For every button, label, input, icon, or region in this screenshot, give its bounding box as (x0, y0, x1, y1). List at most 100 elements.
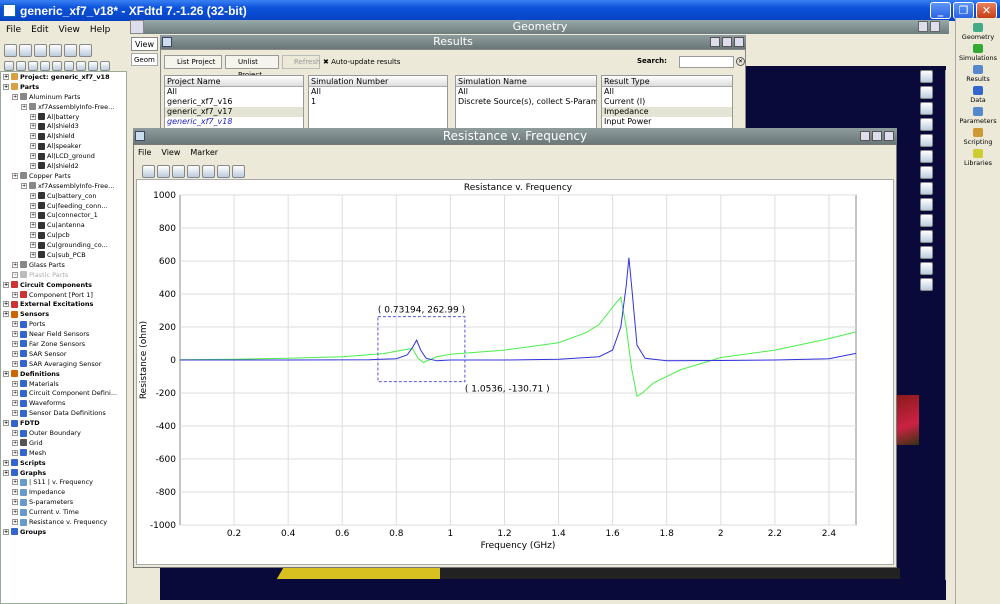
tree-item[interactable]: + Al|battery (1, 112, 126, 122)
resistance-chart[interactable]: Resistance v. Frequency 0.2 0.4 0.6 0.8 1 1.2 1… (136, 179, 894, 565)
view-tool-icon[interactable] (920, 198, 933, 211)
tree-item[interactable]: + Outer Boundary (1, 428, 126, 438)
save-as-icon[interactable] (49, 43, 62, 57)
tree-item[interactable]: + Circuit Component Defini... (1, 389, 126, 399)
column-item[interactable]: Impedance (602, 107, 732, 117)
tree-item[interactable]: + Waveforms (1, 398, 126, 408)
column-header[interactable]: Simulation Number (309, 76, 447, 87)
expand-toggle-icon[interactable]: + (12, 321, 18, 328)
view-tool-icon[interactable] (920, 102, 933, 115)
open-icon[interactable] (19, 43, 32, 57)
expand-toggle-icon[interactable]: + (12, 93, 18, 100)
menu-view[interactable]: View (59, 25, 80, 35)
geometry-maximize[interactable] (930, 21, 940, 32)
tree-item[interactable]: + Al|shield3 (1, 121, 126, 131)
redo-icon[interactable] (79, 43, 92, 57)
tree-item[interactable]: + Current v. Time (1, 507, 126, 517)
tree-item[interactable]: + xf7AssemblyInfo-Free... (1, 102, 126, 112)
menu-file[interactable]: File (6, 25, 21, 35)
view-tool-icon[interactable] (920, 262, 933, 275)
undo-icon[interactable] (64, 43, 77, 57)
tree-item[interactable]: + Resistance v. Frequency (1, 517, 126, 527)
unlist-project-button[interactable]: Unlist Project (225, 55, 279, 79)
expand-toggle-icon[interactable]: + (12, 430, 18, 436)
clear-search-icon[interactable]: ✕ (736, 57, 745, 66)
dock-data[interactable]: Data (956, 85, 1000, 106)
expand-toggle-icon[interactable]: + (12, 519, 18, 526)
dock-results[interactable]: Results (956, 64, 1000, 85)
plot-menu-marker[interactable]: Marker (190, 148, 218, 157)
column-item[interactable]: generic_xf7_v17 (165, 107, 303, 117)
viewport-scrollbar[interactable] (945, 70, 953, 580)
export-image-icon[interactable] (157, 164, 170, 178)
column-item[interactable]: Input Power (602, 117, 732, 127)
expand-toggle-icon[interactable]: + (3, 73, 9, 80)
tree-item[interactable]: + Cu|battery_con (1, 191, 126, 201)
plot-maximize[interactable] (872, 131, 882, 141)
refresh-button[interactable]: Refresh (282, 55, 320, 69)
expand-toggle-icon[interactable]: + (12, 340, 18, 347)
expand-toggle-icon[interactable]: + (30, 202, 36, 209)
project-name-column[interactable]: Project Name All generic_xf7_v16 generic_xf… (164, 75, 304, 131)
view-tool-icon[interactable] (920, 86, 933, 99)
tree-item[interactable]: + Cu|sub_PCB (1, 250, 126, 260)
tree-tool-icon[interactable] (40, 61, 50, 71)
tree-item[interactable]: + Cu|grounding_co... (1, 240, 126, 250)
expand-toggle-icon[interactable]: + (30, 222, 36, 229)
menu-edit[interactable]: Edit (31, 25, 48, 35)
expand-toggle-icon[interactable]: + (3, 459, 9, 466)
tree-item[interactable]: + Materials (1, 379, 126, 389)
tree-item[interactable]: + Parts (1, 82, 126, 92)
expand-toggle-icon[interactable]: + (12, 390, 18, 397)
expand-toggle-icon[interactable]: + (3, 281, 9, 288)
expand-toggle-icon[interactable]: + (3, 528, 9, 535)
tree-item[interactable]: + Aluminum Parts (1, 92, 126, 102)
back-icon[interactable] (142, 164, 155, 178)
expand-toggle-icon[interactable]: + (12, 509, 18, 516)
expand-toggle-icon[interactable]: + (12, 400, 18, 407)
expand-toggle-icon[interactable]: + (21, 182, 27, 189)
tree-item[interactable]: + Near Field Sensors (1, 329, 126, 339)
view-tool-icon[interactable] (920, 134, 933, 147)
expand-toggle-icon[interactable]: + (21, 103, 27, 110)
simulation-number-column[interactable]: Simulation Number All 1 (308, 75, 448, 131)
column-item[interactable]: generic_xf7_v16 (165, 97, 303, 107)
tree-item[interactable]: + | S11 | v. Frequency (1, 478, 126, 488)
expand-toggle-icon[interactable]: + (12, 489, 18, 496)
expand-toggle-icon[interactable]: + (3, 370, 9, 377)
tree-item[interactable]: + Circuit Components (1, 280, 126, 290)
dock-simulations[interactable]: Simulations (956, 43, 1000, 64)
pencil-icon[interactable] (217, 164, 230, 178)
tree-item[interactable]: + Component [Port 1] (1, 290, 126, 300)
results-maximize[interactable] (722, 37, 732, 47)
expand-toggle-icon[interactable]: + (12, 291, 18, 298)
tree-item[interactable]: + Impedance (1, 487, 126, 497)
tree-item[interactable]: + Sensor Data Definitions (1, 408, 126, 418)
tree-tool-icon[interactable] (76, 61, 86, 71)
expand-toggle-icon[interactable]: + (30, 192, 36, 199)
expand-toggle-icon[interactable]: + (3, 83, 9, 90)
expand-toggle-icon[interactable]: + (12, 449, 18, 456)
column-item[interactable]: All (456, 87, 596, 97)
view-tool-icon[interactable] (920, 230, 933, 243)
results-minimize[interactable] (710, 37, 720, 47)
tree-item[interactable]: + Scripts (1, 458, 126, 468)
tree-item[interactable]: + Copper Parts (1, 171, 126, 181)
tree-item[interactable]: + Al|shield (1, 131, 126, 141)
save-icon[interactable] (34, 43, 47, 57)
expand-toggle-icon[interactable]: + (30, 123, 36, 130)
expand-toggle-icon[interactable]: + (12, 261, 18, 268)
expand-toggle-icon[interactable]: + (3, 311, 9, 318)
tree-item[interactable]: + xf7AssemblyInfo-Free... (1, 181, 126, 191)
expand-toggle-icon[interactable]: + (12, 350, 18, 357)
dock-parameters[interactable]: Parameters (956, 106, 1000, 127)
column-item[interactable]: All (165, 87, 303, 97)
tree-item[interactable]: + FDTD (1, 418, 126, 428)
tree-item[interactable]: + Mesh (1, 448, 126, 458)
plot-close[interactable] (884, 131, 894, 141)
dock-scripting[interactable]: Scripting (956, 127, 1000, 148)
expand-toggle-icon[interactable]: + (3, 301, 9, 308)
tree-item[interactable]: + Al|shield2 (1, 161, 126, 171)
expand-toggle-icon[interactable]: + (12, 499, 18, 506)
tree-item[interactable]: + SAR Averaging Sensor (1, 359, 126, 369)
